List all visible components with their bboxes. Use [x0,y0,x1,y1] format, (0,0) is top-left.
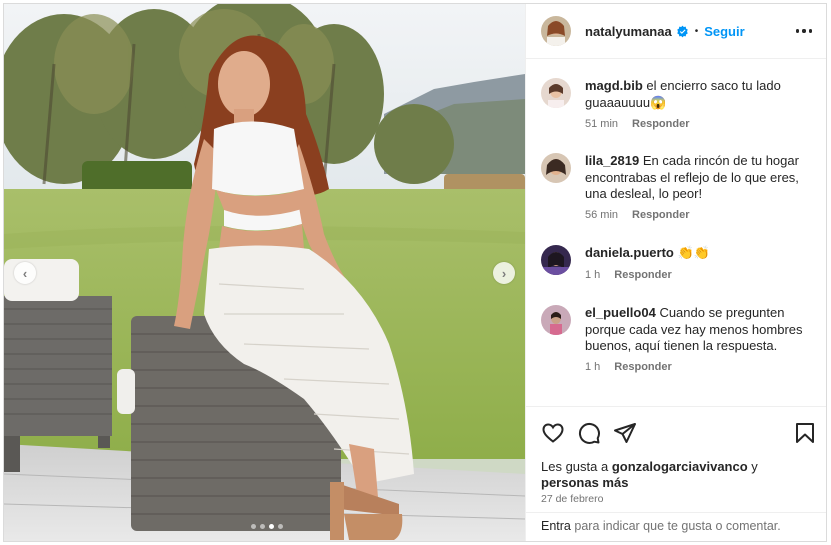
more-options-icon[interactable] [796,23,812,39]
post-photo [4,4,525,541]
author-username[interactable]: natalyumanaa [585,24,672,39]
liked-by-user[interactable]: gonzalogarciavivanco [612,459,748,474]
reply-button[interactable]: Responder [632,118,689,130]
comment-body: el_puello04 Cuando se pregunten porque c… [585,305,815,355]
comment-item: lila_2819 En cada rincón de tu hogar enc… [541,153,821,223]
header-separator: • [694,25,699,37]
comment-meta: 56 min Responder [585,209,690,221]
carousel-dot [251,524,256,529]
chevron-left-icon[interactable]: ‹ [14,262,36,284]
comment-meta: 51 min Responder [585,118,690,130]
comment-body: lila_2819 En cada rincón de tu hogar enc… [585,153,815,203]
comment-time[interactable]: 56 min [585,209,618,221]
comment-meta: 1 h Responder [585,269,672,281]
likes-summary: Les gusta a gonzalogarciavivanco y perso… [541,459,811,491]
comment-item: magd.bib el encierro saco tu lado guaaau… [541,78,821,138]
carousel-dot [278,524,283,529]
commenter-avatar[interactable] [541,245,571,275]
action-icons-row [541,421,816,445]
likes-prefix: Les gusta a [541,459,609,474]
bookmark-icon[interactable] [793,421,817,445]
comment-text: 👏👏 [677,245,710,260]
comment-item: daniela.puerto 👏👏 1 h Responder [541,245,821,285]
comment-username[interactable]: magd.bib [585,78,643,93]
comment-meta: 1 h Responder [585,361,672,373]
commenter-avatar[interactable] [541,78,571,108]
login-link[interactable]: Entra [541,519,571,533]
commenter-avatar[interactable] [541,305,571,335]
comment-icon[interactable] [577,421,601,445]
verified-badge-icon [677,25,688,37]
post-dialog: ‹ › natalyumanaa • Seguir magd.bib el en… [3,3,827,542]
carousel-dot-active [269,524,274,529]
heart-icon[interactable] [541,421,565,445]
reply-button[interactable]: Responder [614,361,671,373]
carousel-indicator [251,524,283,529]
comment-body: daniela.puerto 👏👏 [585,245,815,262]
post-date[interactable]: 27 de febrero [541,493,603,505]
comment-time[interactable]: 1 h [585,361,600,373]
login-prompt-text: para indicar que te gusta o comentar. [574,519,781,533]
liked-by-others[interactable]: personas más [541,475,628,490]
share-icon[interactable] [613,421,637,445]
comment-username[interactable]: el_puello04 [585,305,656,320]
comment-time[interactable]: 51 min [585,118,618,130]
comment-username[interactable]: lila_2819 [585,153,639,168]
carousel-dot [260,524,265,529]
comment-time[interactable]: 1 h [585,269,600,281]
comment-item: el_puello04 Cuando se pregunten porque c… [541,305,821,375]
author-avatar[interactable] [541,16,571,46]
reply-button[interactable]: Responder [614,269,671,281]
likes-conjunction: y [751,459,758,474]
follow-button[interactable]: Seguir [704,24,744,39]
post-header: natalyumanaa • Seguir [526,4,826,59]
post-media[interactable]: ‹ › [4,4,525,541]
chevron-right-icon[interactable]: › [493,262,515,284]
comment-login-prompt: Entra para indicar que te gusta o coment… [526,512,826,541]
post-side-panel: natalyumanaa • Seguir magd.bib el encier… [525,4,826,541]
commenter-avatar[interactable] [541,153,571,183]
comments-list: magd.bib el encierro saco tu lado guaaau… [526,60,826,405]
comment-username[interactable]: daniela.puerto [585,245,674,260]
reply-button[interactable]: Responder [632,209,689,221]
comment-body: magd.bib el encierro saco tu lado guaaau… [585,78,815,111]
